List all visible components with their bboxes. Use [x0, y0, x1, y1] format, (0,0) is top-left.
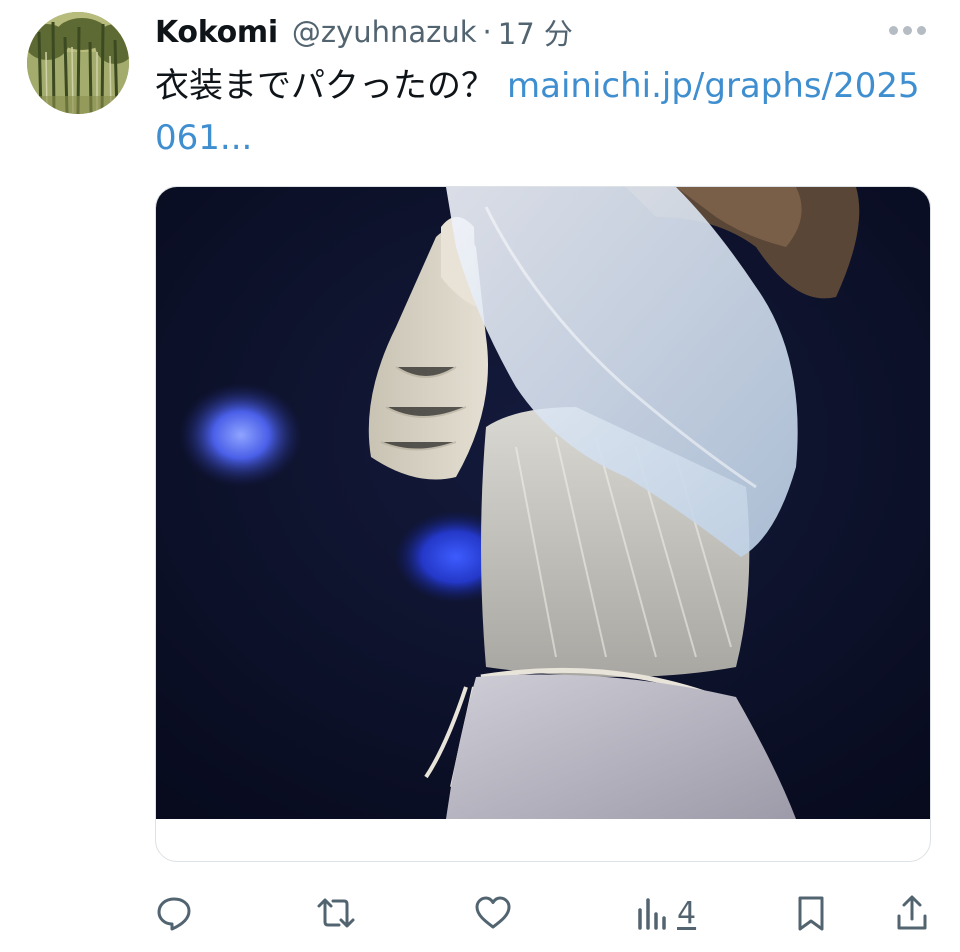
views-button[interactable]: 4 [635, 890, 696, 936]
dot [903, 26, 912, 35]
separator-dot: · [482, 15, 492, 49]
bookmark-icon [798, 896, 824, 931]
retweet-button[interactable] [315, 890, 357, 936]
tweet-body: 衣装までパクったの？ [155, 66, 495, 106]
media-card[interactable] [155, 186, 931, 862]
share-button[interactable] [895, 890, 929, 936]
bamboo-forest-avatar-image [27, 12, 129, 114]
dot [889, 26, 898, 35]
retweet-icon [317, 898, 355, 928]
user-handle[interactable]: @zyuhnazuk [292, 15, 477, 49]
views-chart-icon [638, 898, 666, 930]
timestamp[interactable]: 17 分 [498, 11, 573, 53]
share-icon [897, 895, 927, 930]
views-count: 4 [677, 895, 697, 931]
figure-skater-photo[interactable] [156, 187, 931, 819]
bookmark-button[interactable] [795, 890, 827, 936]
like-button[interactable] [473, 890, 513, 936]
heart-icon [475, 896, 511, 929]
more-dots-icon[interactable] [889, 26, 926, 35]
tweet-text: 衣装までパクったの？ mainichi.jp/graphs/2025061... [155, 60, 935, 164]
action-bar: 4 [155, 890, 933, 936]
avatar[interactable] [27, 12, 129, 114]
tweet-header: Kokomi @zyuhnazuk · 17 分 [155, 12, 573, 52]
reply-icon [157, 897, 191, 931]
reply-button[interactable] [155, 890, 193, 936]
display-name[interactable]: Kokomi [155, 15, 278, 50]
dot [917, 26, 926, 35]
